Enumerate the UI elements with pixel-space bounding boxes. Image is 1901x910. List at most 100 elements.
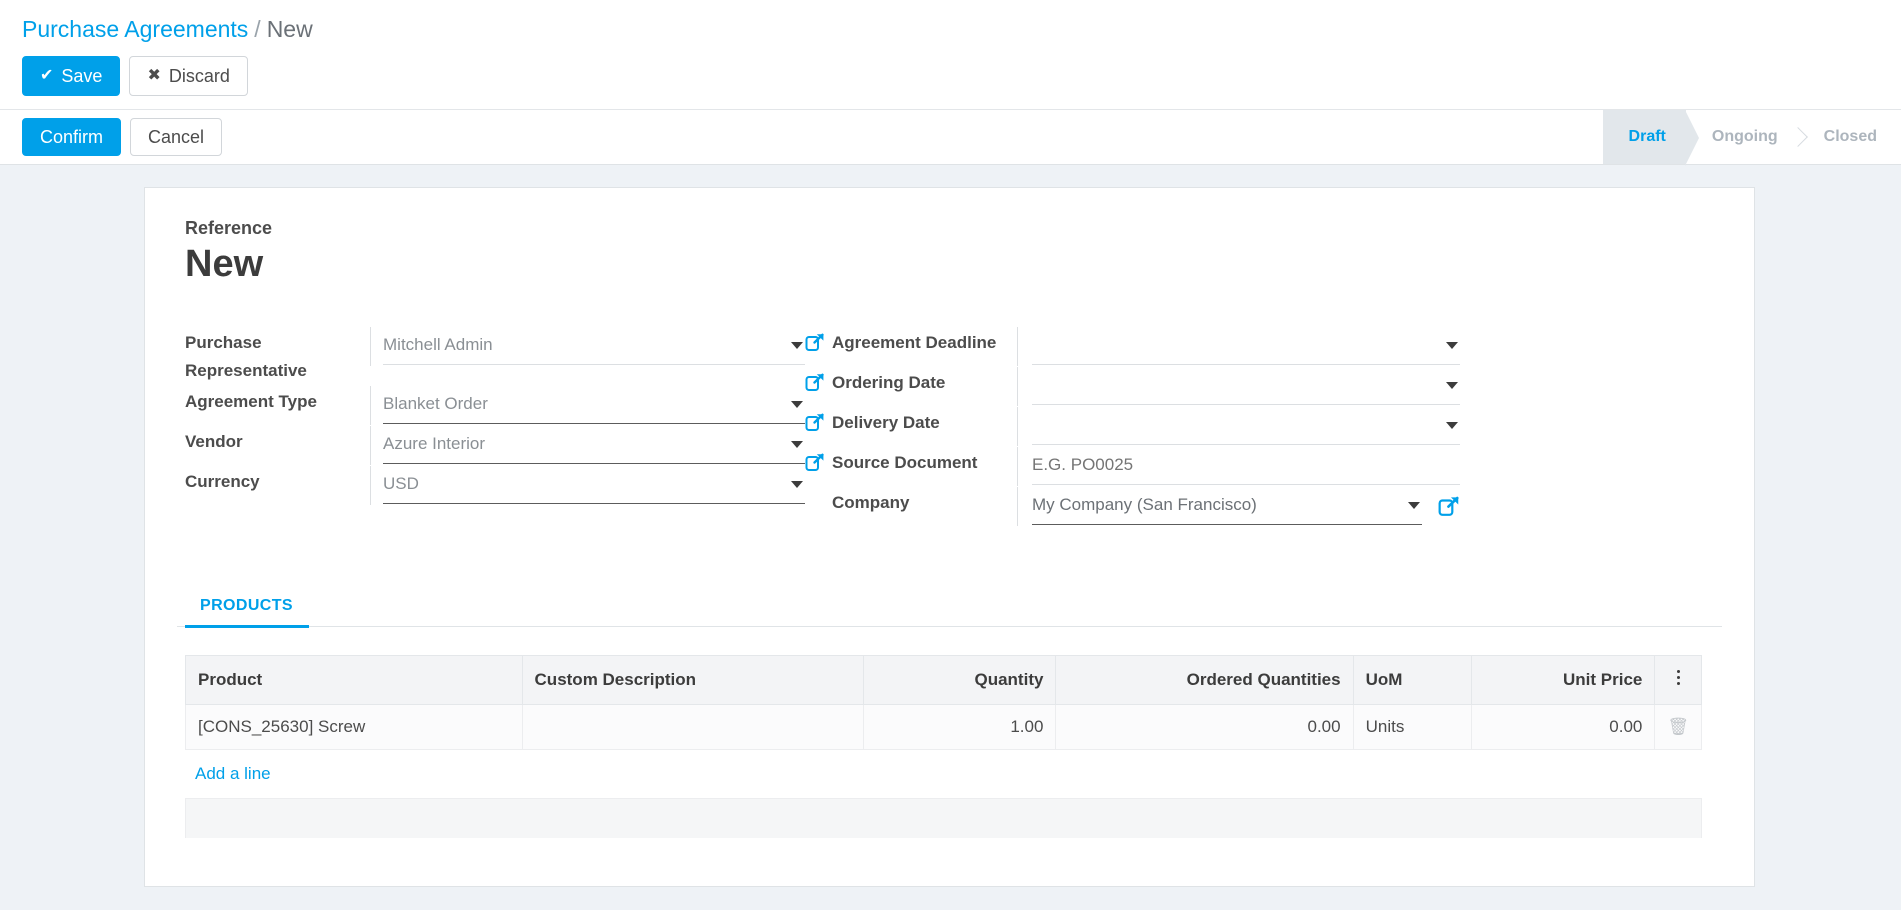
field-row-ordering-date: Ordering Date bbox=[805, 367, 1460, 406]
purchase-representative-field[interactable]: Mitchell Admin bbox=[383, 327, 805, 365]
source-document-field[interactable] bbox=[1032, 447, 1460, 485]
status-item-draft[interactable]: Draft bbox=[1603, 110, 1686, 164]
confirm-button[interactable]: Confirm bbox=[22, 118, 121, 156]
field-row-vendor: Vendor Azure Interior bbox=[185, 426, 805, 465]
save-button-label: Save bbox=[61, 67, 102, 85]
breadcrumb-current: New bbox=[267, 16, 313, 42]
label-delivery-date: Delivery Date bbox=[832, 409, 940, 437]
field-row-purchase-representative: Purchase Representative Mitchell Admin bbox=[185, 327, 805, 385]
external-link-icon[interactable] bbox=[805, 452, 825, 472]
label-agreement-deadline-group: Agreement Deadline bbox=[805, 327, 1017, 357]
status-item-ongoing[interactable]: Ongoing bbox=[1686, 110, 1798, 164]
label-ordering-date-group: Ordering Date bbox=[805, 367, 1017, 397]
status-item-draft-label: Draft bbox=[1629, 128, 1666, 146]
agreement-type-value: Blanket Order bbox=[383, 394, 783, 414]
chevron-down-icon[interactable] bbox=[1408, 502, 1420, 509]
status-item-closed[interactable]: Closed bbox=[1798, 110, 1901, 164]
form-sheet: Reference New Purchase Representative Mi… bbox=[144, 187, 1755, 887]
field-row-source-document: Source Document bbox=[805, 447, 1460, 486]
cell-quantity[interactable]: 1.00 bbox=[863, 704, 1056, 749]
external-link-icon[interactable] bbox=[805, 412, 825, 432]
options-kebab-icon[interactable] bbox=[1677, 667, 1680, 688]
cell-ordered-quantities[interactable]: 0.00 bbox=[1056, 704, 1353, 749]
cell-delete[interactable]: 🗑 bbox=[1655, 704, 1702, 749]
col-uom[interactable]: UoM bbox=[1353, 655, 1472, 704]
company-value: My Company (San Francisco) bbox=[1032, 495, 1400, 515]
chevron-down-icon[interactable] bbox=[791, 481, 803, 488]
field-row-delivery-date: Delivery Date bbox=[805, 407, 1460, 446]
table-header-row: Product Custom Description Quantity Orde… bbox=[186, 655, 1702, 704]
status-item-ongoing-label: Ongoing bbox=[1712, 128, 1778, 146]
company-external-link-icon[interactable] bbox=[1438, 495, 1460, 517]
company-field[interactable]: My Company (San Francisco) bbox=[1032, 487, 1422, 525]
record-action-buttons: Confirm Cancel bbox=[22, 118, 222, 156]
check-icon: ✔ bbox=[40, 68, 53, 84]
external-link-icon[interactable] bbox=[805, 332, 825, 352]
agreement-type-field[interactable]: Blanket Order bbox=[383, 386, 805, 424]
cancel-button[interactable]: Cancel bbox=[130, 118, 222, 156]
external-link-icon[interactable] bbox=[805, 372, 825, 392]
col-unit-price[interactable]: Unit Price bbox=[1472, 655, 1655, 704]
field-row-agreement-type: Agreement Type Blanket Order bbox=[185, 386, 805, 425]
source-document-input[interactable] bbox=[1032, 455, 1458, 475]
action-status-bar: Confirm Cancel Draft Ongoing Closed bbox=[0, 110, 1901, 165]
field-row-agreement-deadline: Agreement Deadline bbox=[805, 327, 1460, 366]
cross-icon: ✖ bbox=[147, 68, 160, 84]
chevron-down-icon[interactable] bbox=[1446, 342, 1458, 349]
table-row[interactable]: [CONS_25630] Screw 1.00 0.00 Units 0.00 … bbox=[186, 704, 1702, 749]
col-product[interactable]: Product bbox=[186, 655, 523, 704]
notebook-tabs: PRODUCTS bbox=[177, 587, 1722, 627]
breadcrumb: Purchase Agreements/New bbox=[22, 14, 1901, 44]
col-ordered-quantities[interactable]: Ordered Quantities bbox=[1056, 655, 1353, 704]
col-custom-description[interactable]: Custom Description bbox=[522, 655, 863, 704]
col-quantity[interactable]: Quantity bbox=[863, 655, 1056, 704]
agreement-deadline-field[interactable] bbox=[1032, 327, 1460, 365]
chevron-down-icon[interactable] bbox=[791, 342, 803, 349]
label-vendor: Vendor bbox=[185, 426, 370, 456]
discard-button-label: Discard bbox=[169, 67, 230, 85]
vendor-field[interactable]: Azure Interior bbox=[383, 426, 805, 464]
status-item-closed-label: Closed bbox=[1824, 128, 1877, 146]
save-button[interactable]: ✔ Save bbox=[22, 56, 120, 96]
reference-label: Reference bbox=[185, 218, 1722, 239]
breadcrumb-root-link[interactable]: Purchase Agreements bbox=[22, 16, 248, 42]
chevron-down-icon[interactable] bbox=[791, 401, 803, 408]
add-a-line-link[interactable]: Add a line bbox=[185, 750, 279, 798]
vendor-value: Azure Interior bbox=[383, 434, 783, 454]
order-lines-table-wrap: Product Custom Description Quantity Orde… bbox=[177, 655, 1722, 750]
save-discard-toolbar: ✔ Save ✖ Discard bbox=[0, 44, 1901, 110]
field-row-company: Company My Company (San Francisco) bbox=[805, 487, 1460, 526]
delivery-date-field[interactable] bbox=[1032, 407, 1460, 445]
cell-unit-price[interactable]: 0.00 bbox=[1472, 704, 1655, 749]
label-purchase-representative: Purchase Representative bbox=[185, 327, 370, 385]
chevron-down-icon[interactable] bbox=[1446, 422, 1458, 429]
label-agreement-type: Agreement Type bbox=[185, 386, 370, 416]
chevron-down-icon[interactable] bbox=[791, 441, 803, 448]
label-source-document-group: Source Document bbox=[805, 447, 1017, 477]
tab-products[interactable]: PRODUCTS bbox=[185, 587, 309, 628]
table-footer-band bbox=[185, 798, 1702, 838]
label-source-document: Source Document bbox=[832, 449, 977, 477]
status-bar: Draft Ongoing Closed bbox=[1603, 110, 1901, 164]
reference-value: New bbox=[185, 245, 1722, 285]
form-grid: Purchase Representative Mitchell Admin A… bbox=[177, 327, 1722, 527]
label-currency: Currency bbox=[185, 466, 370, 496]
discard-button[interactable]: ✖ Discard bbox=[129, 56, 247, 96]
label-company-group: Company bbox=[805, 487, 1017, 517]
ordering-date-field[interactable] bbox=[1032, 367, 1460, 405]
cell-product[interactable]: [CONS_25630] Screw bbox=[186, 704, 523, 749]
cell-custom-description[interactable] bbox=[522, 704, 863, 749]
sheet-container: Reference New Purchase Representative Mi… bbox=[0, 165, 1901, 887]
col-options[interactable] bbox=[1655, 655, 1702, 704]
label-company: Company bbox=[832, 489, 909, 517]
topbar: Purchase Agreements/New bbox=[0, 0, 1901, 44]
form-column-right: Agreement Deadline bbox=[805, 327, 1460, 527]
currency-field[interactable]: USD bbox=[383, 466, 805, 504]
order-lines-table: Product Custom Description Quantity Orde… bbox=[185, 655, 1702, 750]
trash-icon[interactable]: 🗑 bbox=[1667, 717, 1689, 736]
chevron-down-icon[interactable] bbox=[1446, 382, 1458, 389]
cell-uom[interactable]: Units bbox=[1353, 704, 1472, 749]
label-agreement-deadline: Agreement Deadline bbox=[832, 329, 996, 357]
label-delivery-date-group: Delivery Date bbox=[805, 407, 1017, 437]
currency-value: USD bbox=[383, 474, 783, 494]
